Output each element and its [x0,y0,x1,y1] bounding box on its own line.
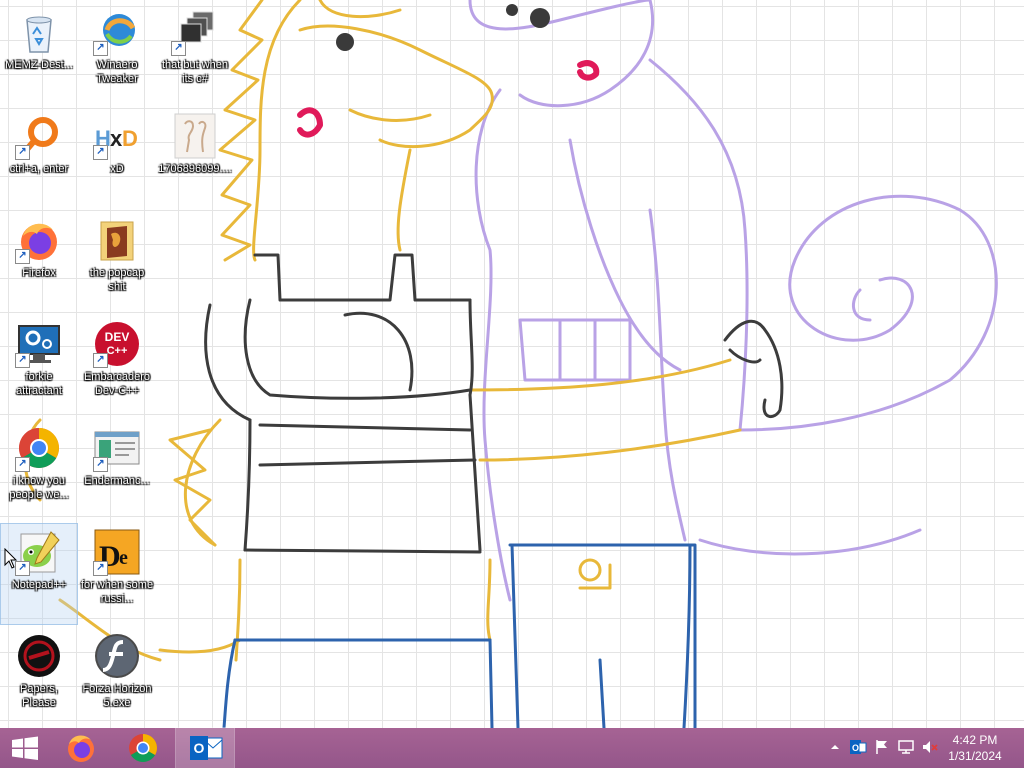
desktop-icon-winaero-tweaker[interactable]: ↗ Winaero Tweaker [79,4,155,104]
desktop-icon-for-when-some-russi[interactable]: D e ↗ for when some russi... [79,524,155,624]
taskbar: O O 4:42 PM 1/31/2024 [0,727,1024,769]
desktop-icon-papers-please[interactable]: Papers, Please [1,628,77,728]
taskbar-outlook-button[interactable]: O [175,727,235,769]
shortcut-arrow-icon: ↗ [93,457,108,472]
desktop-icon-label: MEMZ-Dest... [5,59,73,71]
desktop-icon-label: Embarcadero Dev-C++ [83,371,151,397]
desktop-icon-image-1706896099[interactable]: 1706896099.... [157,108,233,208]
clock-date: 1/31/2024 [948,749,1002,763]
mouse-cursor-icon [4,548,18,569]
shortcut-arrow-icon: ↗ [171,41,186,56]
taskbar-clock[interactable]: 4:42 PM 1/31/2024 [940,732,1010,764]
desktop-icon-embarcadero-dev-cpp[interactable]: DEV C++ ↗ Embarcadero Dev-C++ [79,316,155,416]
desktop-icon-the-popcap-shit[interactable]: the popcap shit [79,212,155,312]
shortcut-arrow-icon: ↗ [93,561,108,576]
desktop-icon-forkie-attractant[interactable]: ↗ forkie attractant [1,316,77,416]
svg-text:C++: C++ [107,345,128,357]
shortcut-arrow-icon: ↗ [93,353,108,368]
folder-icon [93,216,141,264]
outlook-tray-icon[interactable]: O [849,738,867,756]
desktop-icon-label: Notepad++ [11,579,67,591]
desktop-icon-memz-destructive[interactable]: MEMZ-Dest... [1,4,77,104]
desktop-icon-label: forkie attractant [16,371,62,397]
outlook-icon: O [190,736,223,760]
windows-logo-icon [12,736,38,760]
desktop-icon-i-know-you-people[interactable]: ↗ i know you people we... [1,420,77,520]
desktop-icon-firefox[interactable]: ↗ Firefox [1,212,77,312]
svg-text:D: D [122,126,138,151]
shortcut-arrow-icon: ↗ [93,41,108,56]
shortcut-arrow-icon: ↗ [93,145,108,160]
winaero-tweaker-icon: ↗ [93,8,141,56]
desktop-icon-label: that but when its c# [161,59,229,85]
desktop-icon-label: Forza Horizon 5.exe [82,683,152,709]
shortcut-arrow-icon: ↗ [15,457,30,472]
shortcut-arrow-icon: ↗ [15,249,30,264]
hxd-icon: H x D ↗ [93,112,141,160]
desktop-icon-forza-horizon-5-exe[interactable]: Forza Horizon 5.exe [79,628,155,728]
desktop-icon-label: Papers, Please [20,683,58,709]
svg-text:O: O [852,743,859,753]
firefox-icon [68,735,94,762]
desktop-icon-label: ctrl+a, enter [9,163,69,175]
taskbar-chrome-button[interactable] [114,728,172,768]
chrome-icon [129,734,157,762]
notepad-plus-plus-icon: ↗ [15,528,63,576]
firefox-icon: ↗ [15,216,63,264]
desktop-icon-that-but-when-its-csharp[interactable]: ↗ that but when its c# [157,4,233,104]
svg-text:e: e [119,547,128,569]
desktop-icon-ctrl-a-enter[interactable]: ↗ ctrl+a, enter [1,108,77,208]
desktop-icon-label: for when some russi... [80,579,154,605]
computer-settings-icon: ↗ [15,320,63,368]
svg-text:DEV: DEV [105,330,130,344]
flash-icon [93,632,141,680]
svg-text:O: O [194,740,205,756]
desktop-icon-label: i know you people we... [9,475,69,501]
magnifier-ring-icon: ↗ [15,112,63,160]
desktop-icon-label: Firefox [22,267,56,279]
desktop-icon-label: 1706896099.... [158,163,232,175]
clock-time: 4:42 PM [952,733,998,747]
show-hidden-icons-chevron[interactable] [826,738,844,756]
shortcut-arrow-icon: ↗ [15,353,30,368]
image-file-icon [171,112,219,160]
shortcut-arrow-icon: ↗ [15,145,30,160]
desktop-icon-label: the popcap shit [89,267,145,293]
window-app-icon: ↗ [93,424,141,472]
desktop[interactable]: MEMZ-Dest... ↗ Winaero Tweaker ↗ that bu… [0,0,1024,728]
desktop-icon-notepad-plus-plus[interactable]: ↗ Notepad++ [0,523,78,625]
recycle-bin-icon [15,8,63,56]
network-icon[interactable] [897,738,915,756]
taskbar-firefox-button[interactable] [52,728,110,768]
desktop-icon-xd[interactable]: H x D ↗ xD [79,108,155,208]
de-app-icon: D e ↗ [93,528,141,576]
chrome-icon: ↗ [15,424,63,472]
stacked-windows-icon: ↗ [171,8,219,56]
dev-cpp-icon: DEV C++ ↗ [93,320,141,368]
volume-muted-icon[interactable] [921,738,939,756]
desktop-icon-label: Endermanc... [84,475,150,487]
action-center-flag-icon[interactable] [873,738,891,756]
desktop-icon-label: xD [110,163,124,175]
desktop-icon-endermanch[interactable]: ↗ Endermanc... [79,420,155,520]
desktop-icon-label: Winaero Tweaker [96,59,138,85]
papers-please-icon [15,632,63,680]
start-button[interactable] [0,728,50,768]
